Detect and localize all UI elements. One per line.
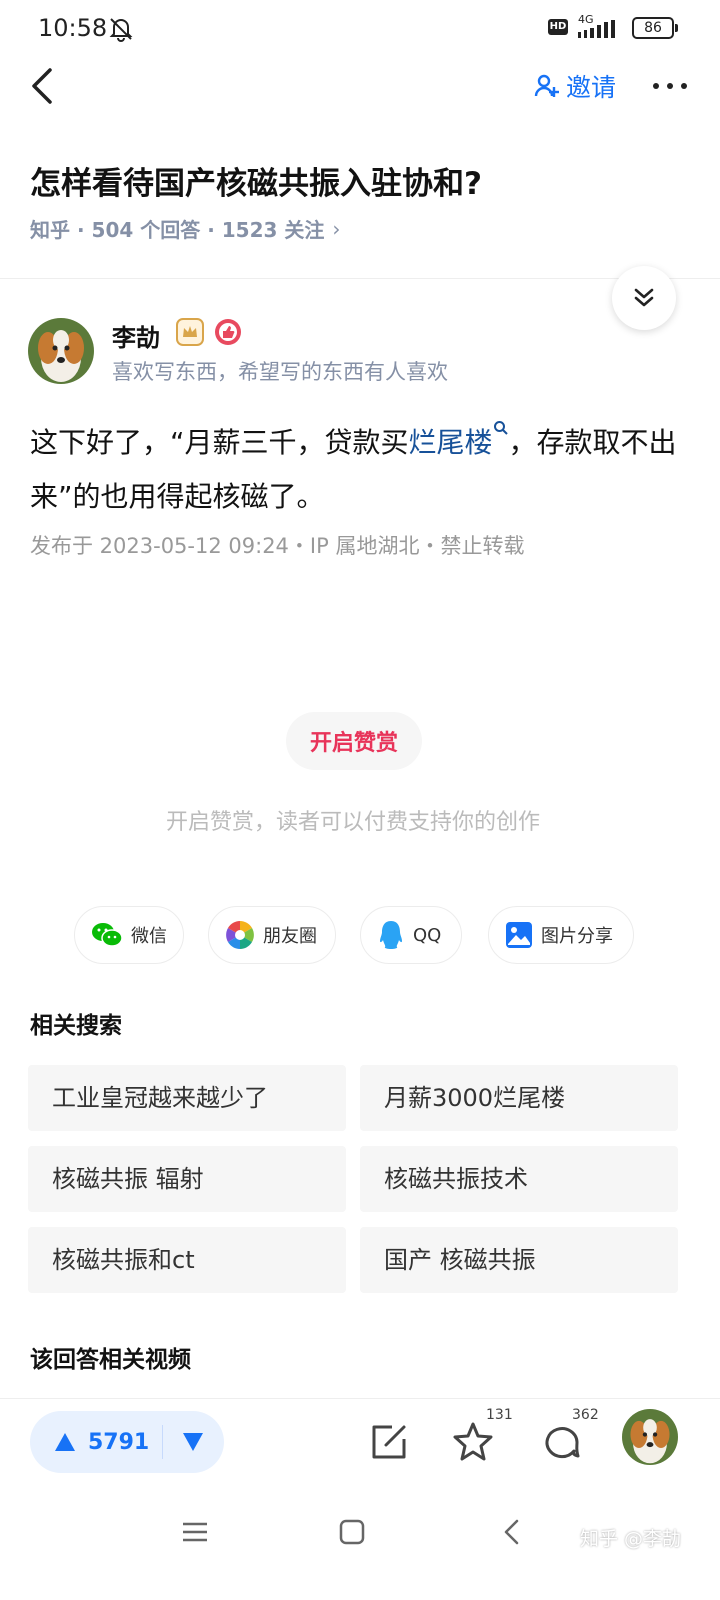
invite-button[interactable]: 邀请	[534, 66, 616, 106]
collapse-button[interactable]	[612, 266, 676, 330]
system-navigation-bar: 知乎 @李劼	[0, 1484, 720, 1600]
search-icon[interactable]	[493, 420, 509, 436]
triangle-down-icon	[183, 1433, 203, 1451]
menu-icon[interactable]	[175, 1512, 215, 1552]
related-videos-title: 该回答相关视频	[30, 1347, 191, 1373]
status-time: 10:58	[38, 14, 108, 42]
share-wechat-button[interactable]: 微信	[74, 906, 184, 964]
question-meta-text: 知乎 · 504 个回答 · 1523 关注	[30, 218, 325, 242]
watermark: 知乎 @李劼	[580, 1528, 682, 1550]
share-label: 朋友圈	[263, 926, 317, 947]
triangle-up-icon	[55, 1433, 75, 1451]
share-moments-button[interactable]: 朋友圈	[208, 906, 336, 964]
search-link[interactable]: 烂尾楼	[409, 426, 493, 459]
home-icon[interactable]	[332, 1512, 372, 1552]
moments-icon	[226, 921, 254, 949]
vote-control: 5791	[30, 1411, 224, 1473]
author-bio: 喜欢写东西，希望写的东西有人喜欢	[112, 360, 448, 384]
user-avatar[interactable]	[622, 1409, 678, 1465]
dog-avatar-icon	[28, 318, 94, 384]
crown-badge-icon[interactable]	[176, 318, 204, 346]
question-title[interactable]: 怎样看待国产核磁共振入驻协和?	[30, 158, 482, 203]
upvote-count: 5791	[88, 1429, 150, 1455]
comment-icon[interactable]	[540, 1421, 582, 1463]
bottom-action-bar: 5791 131 362	[0, 1398, 720, 1484]
status-bar: 10:58 HD 4G 86	[0, 0, 720, 56]
author-avatar[interactable]	[28, 318, 94, 384]
share-label: 图片分享	[541, 926, 613, 947]
more-options-icon[interactable]	[650, 66, 690, 106]
back-icon[interactable]	[492, 1512, 532, 1552]
image-share-icon	[506, 922, 532, 948]
related-search-item[interactable]: 工业皇冠越来越少了	[28, 1065, 346, 1131]
related-searches-title: 相关搜索	[30, 1013, 122, 1039]
dog-avatar-icon	[622, 1409, 678, 1465]
related-search-item[interactable]: 核磁共振和ct	[28, 1227, 346, 1293]
hd-indicator: HD	[548, 19, 568, 35]
related-search-item[interactable]: 核磁共振技术	[360, 1146, 678, 1212]
divider	[0, 278, 720, 279]
mute-bell-icon	[109, 18, 133, 42]
answer-text-1: 这下好了，“月薪三千，贷款买	[30, 426, 409, 459]
chevron-right-icon: ›	[332, 216, 341, 241]
wechat-icon	[92, 923, 123, 947]
upvote-button[interactable]: 5791	[30, 1411, 162, 1473]
comment-count: 362	[572, 1407, 599, 1423]
add-user-icon	[534, 74, 559, 97]
downvote-button[interactable]	[163, 1411, 223, 1473]
related-search-item[interactable]: 国产 核磁共振	[360, 1227, 678, 1293]
favorite-count: 131	[486, 1407, 513, 1423]
author-name[interactable]: 李劼	[112, 318, 160, 353]
post-meta: 发布于 2023-05-12 09:24・IP 属地湖北・禁止转载	[30, 534, 525, 558]
related-search-item[interactable]: 月薪3000烂尾楼	[360, 1065, 678, 1131]
back-arrow-icon[interactable]	[28, 64, 58, 108]
share-qq-button[interactable]: QQ	[360, 906, 462, 964]
related-search-item[interactable]: 核磁共振 辐射	[28, 1146, 346, 1212]
share-image-button[interactable]: 图片分享	[488, 906, 634, 964]
signal-icon	[578, 20, 615, 38]
reward-description: 开启赞赏，读者可以付费支持你的创作	[165, 810, 540, 835]
top-nav-bar: 邀请	[0, 56, 720, 116]
star-favorite-icon[interactable]	[452, 1421, 494, 1463]
qq-icon	[380, 921, 402, 949]
double-chevron-down-icon	[634, 288, 654, 307]
question-meta[interactable]: 知乎 · 504 个回答 · 1523 关注 ›	[30, 214, 340, 243]
reward-button[interactable]: 开启赞赏	[286, 712, 422, 770]
battery-icon: 86	[632, 17, 678, 39]
edit-icon[interactable]	[368, 1421, 410, 1463]
share-label: 微信	[131, 926, 167, 947]
invite-label: 邀请	[566, 73, 617, 102]
share-label: QQ	[413, 924, 442, 946]
answer-body: 这下好了，“月薪三千，贷款买烂尾楼 ，存款取不出来”的也用得起核磁了。	[30, 416, 690, 524]
thumbs-badge-icon[interactable]	[214, 318, 242, 346]
